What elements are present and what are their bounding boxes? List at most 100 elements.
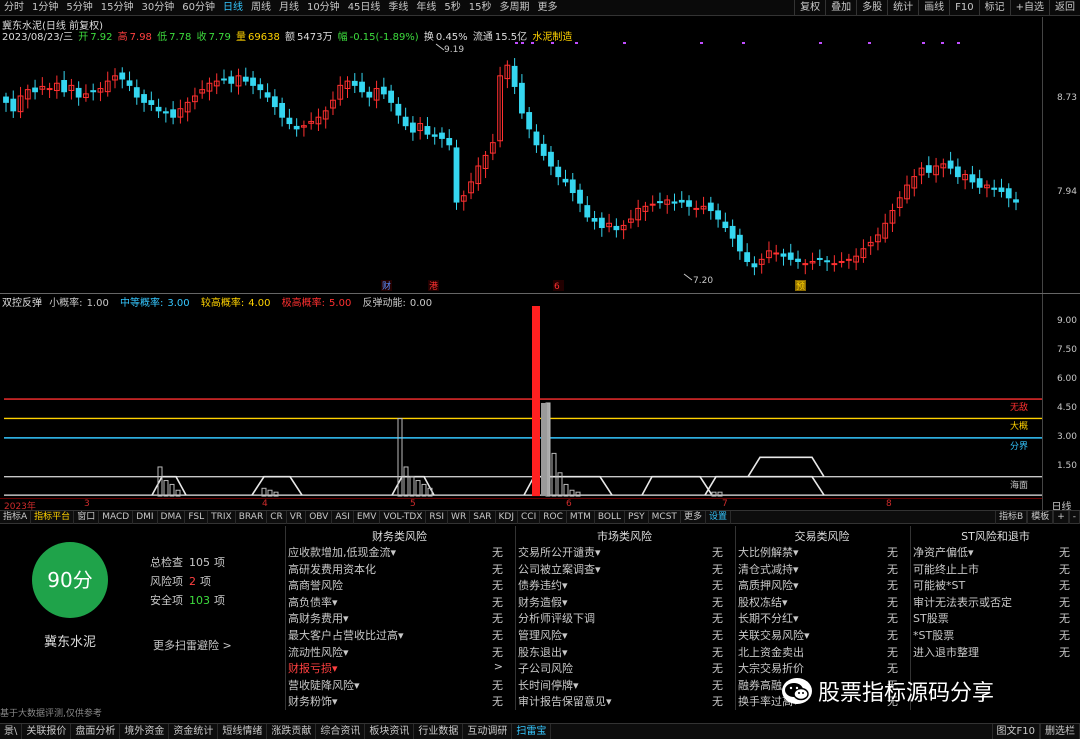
risk-item[interactable]: 最大客户占营收比过高▾ 无: [288, 627, 511, 643]
indicator-tab[interactable]: CR: [267, 510, 287, 524]
indicator-tab[interactable]: PSY: [625, 510, 649, 524]
candlestick-chart[interactable]: 9.19 7.20 财 港 6 预: [0, 40, 1042, 292]
indicator-tab[interactable]: BOLL: [595, 510, 626, 524]
indicator-tab[interactable]: 指标平台: [31, 510, 75, 524]
bottom-tab[interactable]: 景\: [0, 724, 23, 739]
risk-item[interactable]: 债券违约▾ 无: [518, 577, 731, 593]
toolbar-button[interactable]: 统计: [887, 0, 918, 16]
period-tab[interactable]: 15分钟: [97, 0, 138, 16]
risk-item[interactable]: 管理风险▾ 无: [518, 627, 731, 643]
bottom-tab[interactable]: 扫雷宝: [512, 724, 552, 739]
indicator-tab[interactable]: VR: [287, 510, 307, 524]
toolbar-button[interactable]: 复权: [794, 0, 825, 16]
indicator-tab[interactable]: CCI: [518, 510, 541, 524]
indicator-tab[interactable]: 指标A: [0, 510, 32, 524]
risk-item[interactable]: 财务粉饰▾ 无: [288, 693, 511, 709]
bottom-tab[interactable]: 涨跌贡献: [267, 724, 317, 739]
indicator-tab[interactable]: FSL: [185, 510, 209, 524]
risk-item[interactable]: 清仓式减持▾ 无: [738, 561, 906, 577]
risk-item[interactable]: 营收陡降风险▾ 无: [288, 677, 511, 693]
risk-item[interactable]: 大比例解禁▾ 无: [738, 544, 906, 560]
indicator-tab[interactable]: KDJ: [496, 510, 518, 524]
risk-item[interactable]: 应收款增加,低现金流▾ 无: [288, 544, 511, 560]
period-tab[interactable]: 10分钟: [303, 0, 344, 16]
bottom-tab[interactable]: 互动调研: [463, 724, 513, 739]
period-tab[interactable]: 5分钟: [62, 0, 96, 16]
risk-item[interactable]: 财报亏损▾ >: [288, 660, 511, 676]
indicator-tab[interactable]: TRIX: [208, 510, 236, 524]
risk-item[interactable]: 可能被*ST 无: [913, 577, 1078, 593]
risk-item[interactable]: 股东退出▾ 无: [518, 644, 731, 660]
bottom-tab[interactable]: 行业数据: [414, 724, 464, 739]
indicator-tab[interactable]: 更多: [681, 510, 706, 524]
indicator-tab[interactable]: WR: [448, 510, 471, 524]
indicator-tab[interactable]: DMA: [158, 510, 186, 524]
bottom-tab[interactable]: 短线情绪: [218, 724, 268, 739]
bottom-tab[interactable]: 境外资金: [120, 724, 170, 739]
indicator-tab[interactable]: ASI: [332, 510, 354, 524]
indicator-tab[interactable]: MCST: [649, 510, 681, 524]
risk-item[interactable]: 进入退市整理 无: [913, 644, 1078, 660]
risk-item[interactable]: ST股票 无: [913, 610, 1078, 626]
toolbar-button[interactable]: 标记: [978, 0, 1010, 16]
indicator-tab[interactable]: OBV: [306, 510, 333, 524]
indicator-tab[interactable]: SAR: [470, 510, 496, 524]
risk-item[interactable]: 财务造假▾ 无: [518, 594, 731, 610]
risk-item[interactable]: 审计报告保留意见▾ 无: [518, 693, 731, 709]
bottom-tab[interactable]: 资金统计: [169, 724, 219, 739]
indicator-tab[interactable]: RSI: [426, 510, 449, 524]
risk-item[interactable]: 交易所公开谴责▾ 无: [518, 544, 731, 560]
indicator-tab[interactable]: 窗口: [74, 510, 100, 524]
toolbar-button[interactable]: 多股: [856, 0, 887, 16]
risk-item[interactable]: 长时间停牌▾ 无: [518, 677, 731, 693]
period-tab[interactable]: 季线: [384, 0, 412, 16]
indicator-tab-right[interactable]: -: [1068, 511, 1080, 524]
more-scan-link[interactable]: 更多扫雷避险 >: [153, 637, 232, 653]
risk-item[interactable]: 流动性风险▾ 无: [288, 644, 511, 660]
period-tab[interactable]: 更多: [534, 0, 562, 16]
bottom-tab[interactable]: 盘面分析: [71, 724, 121, 739]
period-tab[interactable]: 年线: [412, 0, 440, 16]
indicator-tab[interactable]: MTM: [567, 510, 595, 524]
risk-item[interactable]: 高研发费用资本化 无: [288, 561, 511, 577]
bottom-tab[interactable]: 板块资讯: [365, 724, 415, 739]
risk-item[interactable]: 子公司风险 无: [518, 660, 731, 676]
risk-item[interactable]: 公司被立案调查▾ 无: [518, 561, 731, 577]
period-tab[interactable]: 日线: [219, 0, 247, 16]
risk-item[interactable]: 北上资金卖出 无: [738, 644, 906, 660]
period-tab[interactable]: 30分钟: [137, 0, 178, 16]
indicator-tab[interactable]: EMV: [354, 510, 381, 524]
indicator-tab-right[interactable]: +: [1053, 511, 1069, 524]
indicator-tab-right[interactable]: 指标B: [995, 511, 1028, 524]
risk-item[interactable]: *ST股票 无: [913, 627, 1078, 643]
period-tab[interactable]: 15秒: [465, 0, 496, 16]
period-tab[interactable]: 分时: [0, 0, 28, 16]
risk-item[interactable]: 分析师评级下调 无: [518, 610, 731, 626]
bottom-tab-right[interactable]: 图文F10: [991, 724, 1040, 739]
toolbar-button[interactable]: 叠加: [825, 0, 856, 16]
toolbar-button[interactable]: 返回: [1049, 0, 1080, 16]
period-tab[interactable]: 多周期: [496, 0, 534, 16]
indicator-tab[interactable]: 设置: [706, 510, 731, 524]
toolbar-button[interactable]: F10: [949, 0, 978, 16]
risk-item[interactable]: 高财务费用▾ 无: [288, 610, 511, 626]
risk-item[interactable]: 关联交易风险▾ 无: [738, 627, 906, 643]
period-tab[interactable]: 45日线: [344, 0, 385, 16]
risk-item[interactable]: 股权冻结▾ 无: [738, 594, 906, 610]
indicator-tab[interactable]: DMI: [133, 510, 158, 524]
indicator-tab[interactable]: MACD: [99, 510, 134, 524]
period-tab[interactable]: 60分钟: [178, 0, 219, 16]
bottom-tab[interactable]: 综合资讯: [316, 724, 366, 739]
risk-item[interactable]: 审计无法表示或否定 无: [913, 594, 1078, 610]
risk-item[interactable]: 高负债率▾ 无: [288, 594, 511, 610]
risk-item[interactable]: 可能终止上市 无: [913, 561, 1078, 577]
bottom-tab-right[interactable]: 删选栏: [1040, 724, 1080, 739]
risk-item[interactable]: 大宗交易折价 无: [738, 660, 906, 676]
indicator-tab[interactable]: ROC: [540, 510, 567, 524]
risk-item[interactable]: 高商誉风险 无: [288, 577, 511, 593]
risk-item[interactable]: 长期不分红▾ 无: [738, 610, 906, 626]
period-tab[interactable]: 周线: [247, 0, 275, 16]
period-tab[interactable]: 5秒: [440, 0, 464, 16]
bottom-tab[interactable]: 关联报价: [22, 724, 72, 739]
period-tab[interactable]: 1分钟: [28, 0, 62, 16]
